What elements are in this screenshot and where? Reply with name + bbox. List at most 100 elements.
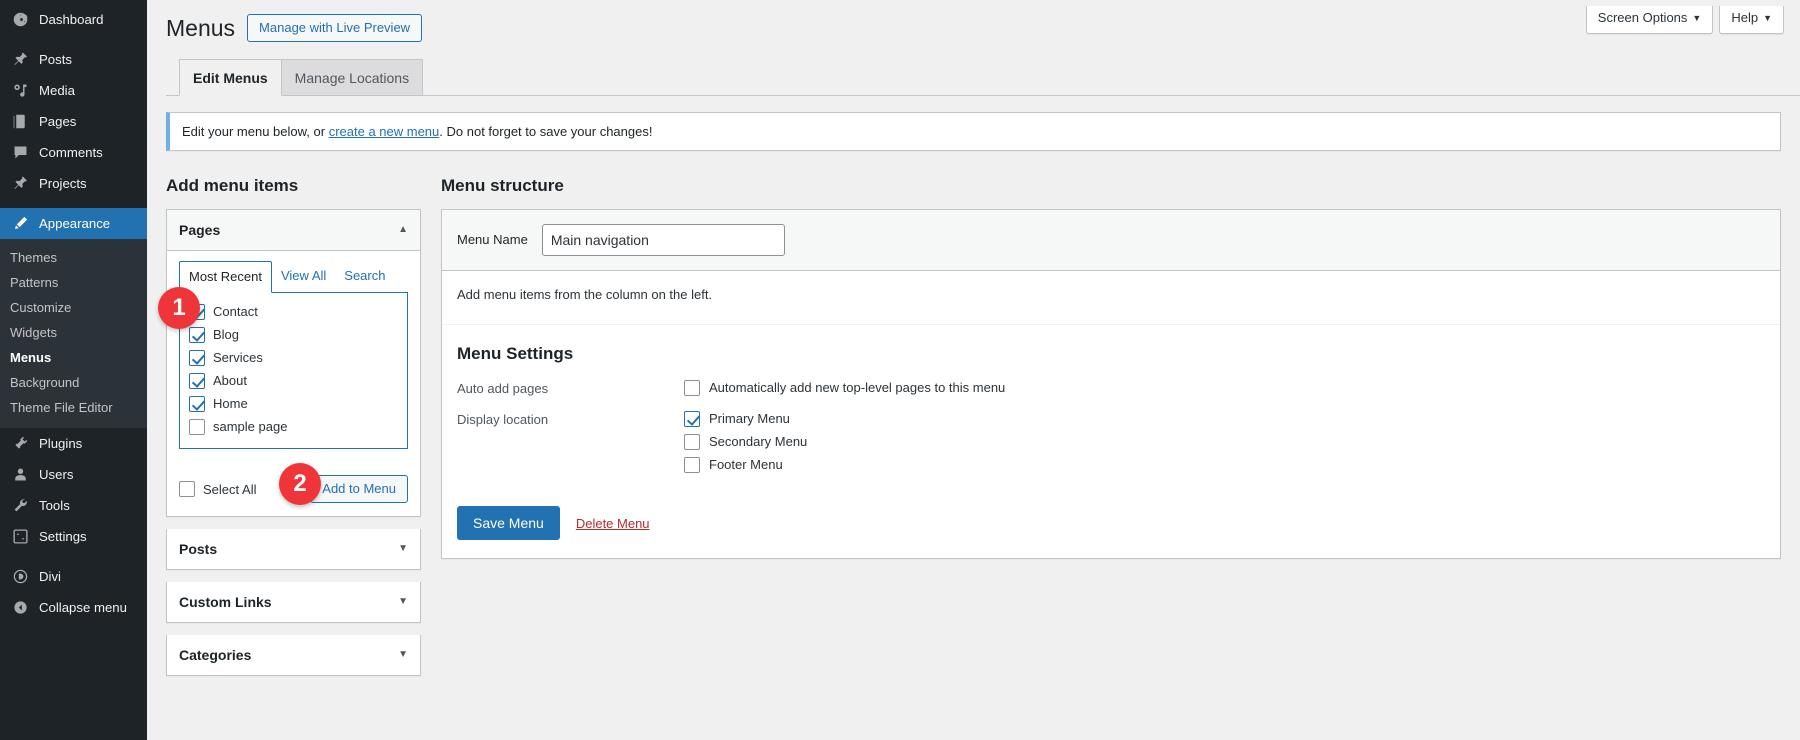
tab-edit-menus[interactable]: Edit Menus bbox=[179, 59, 282, 96]
subtab-search[interactable]: Search bbox=[335, 261, 394, 292]
notice-text-after: . Do not forget to save your changes! bbox=[439, 124, 653, 139]
categories-panel-header[interactable]: Categories ▼ bbox=[167, 635, 420, 675]
posts-panel-header[interactable]: Posts ▼ bbox=[167, 529, 420, 569]
sidebar-item-media[interactable]: Media bbox=[0, 75, 147, 106]
sidebar-item-projects[interactable]: Projects bbox=[0, 168, 147, 199]
display-location-options: Primary Menu Secondary Menu Footer Menu bbox=[684, 410, 807, 474]
empty-menu-hint: Add menu items from the column on the le… bbox=[442, 271, 1780, 325]
submenu-item-menus[interactable]: Menus bbox=[0, 345, 147, 370]
menu-structure-heading: Menu structure bbox=[441, 176, 564, 195]
menu-structure-box: Menu Name Add menu items from the column… bbox=[441, 209, 1781, 559]
screen-options-button[interactable]: Screen Options ▼ bbox=[1585, 6, 1714, 34]
chevron-down-icon[interactable]: ▼ bbox=[398, 650, 408, 660]
checkbox[interactable] bbox=[189, 373, 205, 389]
sidebar-label: Settings bbox=[39, 529, 87, 544]
checkbox[interactable] bbox=[684, 434, 700, 450]
submenu-item-customize[interactable]: Customize bbox=[0, 295, 147, 320]
location-option-footer[interactable]: Footer Menu bbox=[684, 456, 807, 474]
submenu-item-themes[interactable]: Themes bbox=[0, 245, 147, 270]
plugins-icon bbox=[10, 434, 30, 454]
list-item[interactable]: Services bbox=[189, 349, 398, 367]
custom-links-panel-header[interactable]: Custom Links ▼ bbox=[167, 582, 420, 622]
checkbox[interactable] bbox=[189, 396, 205, 412]
sidebar-item-plugins[interactable]: Plugins bbox=[0, 428, 147, 459]
create-new-menu-link[interactable]: create a new menu bbox=[329, 124, 440, 139]
sidebar-item-appearance[interactable]: Appearance bbox=[0, 208, 147, 239]
location-label: Primary Menu bbox=[709, 411, 790, 426]
list-item-label: Blog bbox=[213, 327, 240, 342]
list-item-label: About bbox=[213, 373, 247, 388]
list-item[interactable]: About bbox=[189, 372, 398, 390]
pages-subtab-bar: Most Recent View All Search bbox=[179, 261, 408, 293]
menu-structure-column: Menu structure Menu Name Add menu items … bbox=[441, 175, 1781, 559]
sidebar-item-divi[interactable]: Divi bbox=[0, 561, 147, 592]
chevron-up-icon[interactable]: ▲ bbox=[398, 225, 408, 235]
screen-meta-toolbar: Screen Options ▼ Help ▼ bbox=[1585, 6, 1784, 34]
submenu-item-widgets[interactable]: Widgets bbox=[0, 320, 147, 345]
notice-banner: Edit your menu below, or create a new me… bbox=[166, 112, 1781, 151]
sidebar-label: Projects bbox=[39, 176, 87, 191]
callout-badge-1: 1 bbox=[158, 287, 200, 329]
auto-add-pages-option[interactable]: Automatically add new top-level pages to… bbox=[684, 379, 1005, 397]
location-option-secondary[interactable]: Secondary Menu bbox=[684, 433, 807, 451]
list-item[interactable]: sample page bbox=[189, 418, 398, 436]
divi-icon bbox=[10, 567, 30, 587]
submenu-label: Background bbox=[10, 375, 80, 390]
checkbox[interactable] bbox=[684, 380, 700, 396]
submenu-item-theme-file-editor[interactable]: Theme File Editor bbox=[0, 395, 147, 420]
manage-with-live-preview-button[interactable]: Manage with Live Preview bbox=[247, 14, 423, 42]
submenu-label: Menus bbox=[10, 350, 52, 365]
screen-options-label: Screen Options bbox=[1597, 10, 1688, 25]
list-item[interactable]: Contact bbox=[189, 303, 398, 321]
submenu-label: Patterns bbox=[10, 275, 59, 290]
submenu-item-background[interactable]: Background bbox=[0, 370, 147, 395]
sidebar-label: Collapse menu bbox=[39, 600, 127, 615]
sidebar-item-tools[interactable]: Tools bbox=[0, 490, 147, 521]
auto-add-pages-option-label: Automatically add new top-level pages to… bbox=[709, 380, 1006, 395]
sidebar-item-settings[interactable]: Settings bbox=[0, 521, 147, 552]
page-title: Menus bbox=[166, 15, 236, 41]
checkbox[interactable] bbox=[189, 327, 205, 343]
tab-manage-locations[interactable]: Manage Locations bbox=[280, 59, 424, 95]
subtab-view-all[interactable]: View All bbox=[272, 261, 335, 292]
add-menu-items-column: Add menu items Pages ▲ Most Recent View … bbox=[158, 175, 421, 676]
list-item[interactable]: Home bbox=[189, 395, 398, 413]
sidebar-item-users[interactable]: Users bbox=[0, 459, 147, 490]
checkbox[interactable] bbox=[189, 350, 205, 366]
list-item-label: Services bbox=[213, 350, 263, 365]
sidebar-item-comments[interactable]: Comments bbox=[0, 137, 147, 168]
list-item-label: sample page bbox=[213, 419, 288, 434]
pages-panel-header[interactable]: Pages ▲ bbox=[167, 210, 420, 251]
add-to-menu-button[interactable]: Add to Menu bbox=[310, 475, 408, 503]
list-item-label: Contact bbox=[213, 304, 258, 319]
collapse-arrow-icon bbox=[10, 598, 30, 618]
list-item[interactable]: Blog bbox=[189, 326, 398, 344]
save-menu-button[interactable]: Save Menu bbox=[457, 506, 560, 540]
sidebar-label: Users bbox=[39, 467, 74, 482]
menu-name-input[interactable] bbox=[541, 224, 785, 256]
delete-menu-link[interactable]: Delete Menu bbox=[576, 516, 650, 531]
sidebar-item-collapse-menu[interactable]: Collapse menu bbox=[0, 592, 147, 623]
display-location-label: Display location bbox=[457, 412, 549, 427]
sidebar-item-posts[interactable]: Posts bbox=[0, 44, 147, 75]
display-location-row: Display location Primary Menu Secondary … bbox=[457, 410, 1765, 474]
help-button[interactable]: Help ▼ bbox=[1719, 6, 1784, 34]
menu-name-label: Menu Name bbox=[457, 232, 528, 247]
chevron-down-icon[interactable]: ▼ bbox=[398, 597, 408, 607]
help-label: Help bbox=[1731, 10, 1759, 25]
sidebar-label: Comments bbox=[39, 145, 103, 160]
checkbox[interactable] bbox=[179, 481, 195, 497]
checkbox[interactable] bbox=[189, 419, 205, 435]
select-all-control[interactable]: Select All bbox=[179, 481, 256, 497]
sidebar-item-pages[interactable]: Pages bbox=[0, 106, 147, 137]
submenu-item-patterns[interactable]: Patterns bbox=[0, 270, 147, 295]
callout-badge-2: 2 bbox=[279, 463, 321, 505]
location-option-primary[interactable]: Primary Menu bbox=[684, 410, 807, 428]
subtab-most-recent[interactable]: Most Recent bbox=[179, 261, 272, 293]
chevron-down-icon: ▼ bbox=[1692, 13, 1702, 23]
sidebar-label: Pages bbox=[39, 114, 77, 129]
sidebar-item-dashboard[interactable]: Dashboard bbox=[0, 4, 147, 35]
checkbox[interactable] bbox=[684, 411, 700, 427]
chevron-down-icon[interactable]: ▼ bbox=[398, 544, 408, 554]
checkbox[interactable] bbox=[684, 457, 700, 473]
